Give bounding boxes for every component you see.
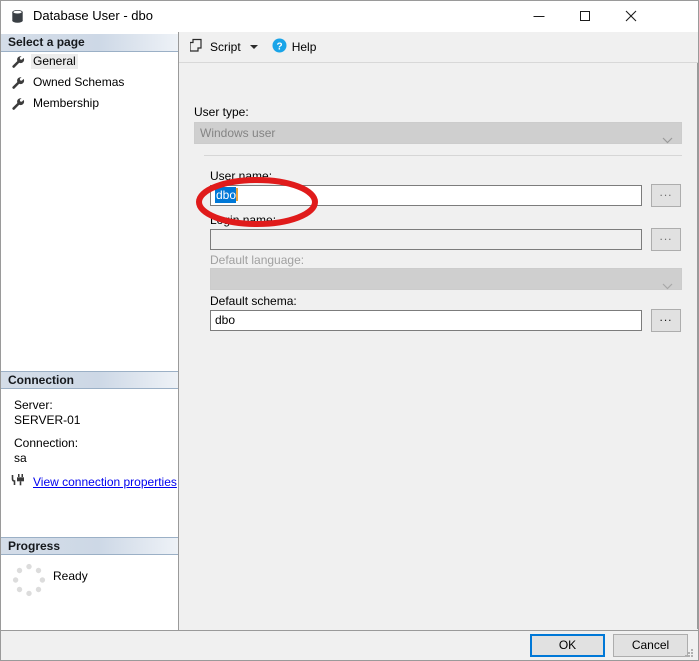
script-icon [189,38,205,56]
close-button[interactable] [608,1,654,31]
user-type-value: Windows user [200,126,276,140]
server-value: SERVER-01 [14,413,81,427]
section-divider [204,155,682,156]
dialog-footer: OK Cancel [1,630,698,660]
login-name-label: Login name: [210,213,277,227]
user-name-value: dbo [215,187,237,203]
resize-grip[interactable] [683,646,695,658]
chevron-down-icon [662,130,673,150]
spinner-icon [11,562,47,598]
chevron-down-icon [662,276,673,296]
minimize-icon [533,10,545,22]
sidebar-item-membership[interactable]: Membership [11,95,101,112]
user-type-label: User type: [194,105,249,119]
general-page-content: User type: Windows user User name: dbo .… [180,63,698,629]
view-connection-properties-row[interactable]: View connection properties [11,473,177,490]
connection-section-header: Connection [1,371,178,389]
minimize-button[interactable] [516,1,562,31]
maximize-button[interactable] [562,1,608,31]
login-name-input[interactable] [210,229,642,250]
help-label: Help [291,40,317,54]
default-schema-value: dbo [215,313,236,327]
help-circle-icon: ? [272,38,287,56]
default-language-combobox[interactable] [210,268,682,290]
sidebar-item-general[interactable]: General [11,53,78,70]
user-name-browse-button[interactable]: ... [651,184,681,207]
user-name-input[interactable]: dbo [210,185,642,206]
default-schema-input[interactable]: dbo [210,310,642,331]
connection-value: sa [14,451,27,465]
sidebar-item-owned-schemas[interactable]: Owned Schemas [11,74,126,91]
window-title: Database User - dbo [33,8,153,23]
ok-button[interactable]: OK [530,634,605,657]
maximize-icon [579,10,591,22]
database-user-dialog: Database User - dbo Select a page Genera… [0,0,699,661]
plug-icon [11,473,27,490]
wrench-icon [11,76,25,90]
wrench-icon [11,97,25,111]
dialog-toolbar: Script ? Help [179,32,698,63]
default-language-label: Default language: [210,253,305,267]
user-name-label: User name: [210,169,273,183]
default-schema-label: Default schema: [210,294,297,308]
cancel-button[interactable]: Cancel [613,634,688,657]
sidebar-item-label: Membership [33,96,100,110]
sidebar-item-label: Owned Schemas [33,75,125,89]
script-button[interactable]: Script [186,36,262,58]
script-label: Script [210,40,241,54]
chevron-down-icon[interactable] [249,45,258,49]
svg-text:?: ? [276,41,282,52]
sidebar-item-label: General [31,54,78,69]
close-icon [625,10,637,22]
user-type-combobox[interactable]: Windows user [194,122,682,144]
progress-section-header: Progress [1,537,178,555]
help-button[interactable]: ? Help [268,36,321,58]
wrench-icon [11,55,25,69]
left-navigation-panel: Select a page General Owned Schemas Memb… [1,32,179,630]
default-schema-browse-button[interactable]: ... [651,309,681,332]
progress-status-text: Ready [53,569,88,583]
select-a-page-header: Select a page [1,34,178,52]
login-name-browse-button[interactable]: ... [651,228,681,251]
title-bar: Database User - dbo [1,1,698,33]
right-content-panel: Script ? Help User type: Windows user Us… [179,32,698,630]
database-icon [10,9,25,24]
view-connection-properties-link[interactable]: View connection properties [33,475,177,489]
connection-label: Connection: [14,436,79,450]
text-cursor [236,188,239,201]
server-label: Server: [14,398,53,412]
